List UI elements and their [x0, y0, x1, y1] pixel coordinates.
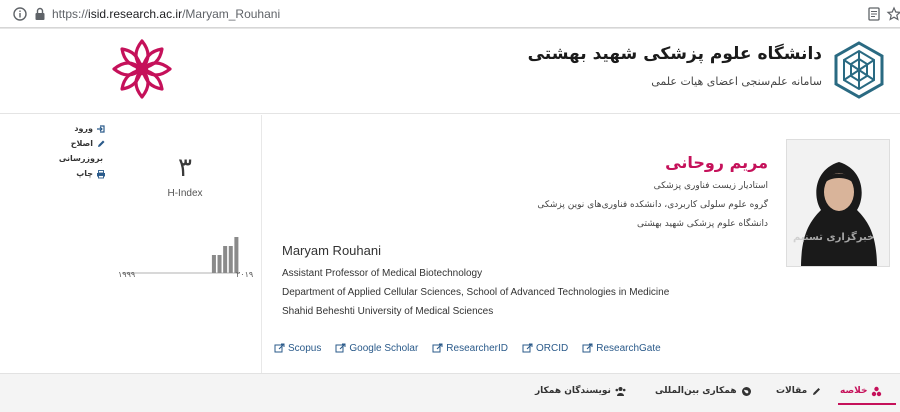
external-link-icon	[582, 343, 593, 353]
bookmark-star-icon[interactable]	[886, 6, 900, 22]
person-university-en: Shahid Beheshti University of Medical Sc…	[282, 306, 494, 317]
scopus-label: Scopus	[288, 343, 322, 354]
print-link[interactable]: چاپ	[62, 166, 106, 181]
profile-section: ورود اصلاح بروزرسانی چاپ ۳ H-Index ۱۹۹۹ …	[0, 115, 900, 373]
system-name: سامانه علم‌سنجی اعضای هیات علمی	[651, 75, 822, 88]
tab-coauthors-label: نویسندگان همکار	[535, 386, 611, 396]
external-link-icon	[274, 343, 285, 353]
address-url[interactable]: https://isid.research.ac.ir/Maryam_Rouha…	[52, 7, 280, 21]
edit-label: اصلاح	[70, 139, 93, 148]
browser-address-bar: https://isid.research.ac.ir/Maryam_Rouha…	[0, 0, 900, 28]
print-icon	[97, 169, 105, 178]
person-name-fa: مریم روحانی	[665, 153, 768, 172]
site-header: دانشگاه علوم پزشکی شهید بهشتی سامانه علم…	[0, 29, 900, 114]
flower-logo-icon	[112, 39, 172, 99]
tab-summary-label: خلاصه	[840, 386, 868, 396]
edit-link[interactable]: اصلاح	[62, 136, 106, 151]
google-scholar-link[interactable]: Google Scholar	[335, 343, 418, 354]
refresh-label: بروزرسانی	[58, 154, 103, 163]
tab-summary[interactable]: خلاصه	[840, 381, 882, 401]
tab-articles-label: مقالات	[776, 386, 808, 396]
sparkline-bar	[211, 255, 216, 273]
active-tab-indicator	[838, 403, 896, 405]
external-link-icon	[522, 343, 533, 353]
researcherid-link[interactable]: ResearcherID	[432, 343, 508, 354]
h-index-value: ۳	[178, 153, 192, 183]
researcherid-label: ResearcherID	[446, 343, 508, 354]
login-link[interactable]: ورود	[62, 121, 106, 136]
person-title-en: Assistant Professor of Medical Biotechno…	[282, 268, 483, 279]
url-prefix: https://	[52, 7, 89, 21]
sparkline-bar	[223, 246, 228, 273]
tab-international-label: همکاری بین‌المللی	[655, 386, 737, 396]
summary-icon	[872, 386, 882, 396]
reader-view-icon[interactable]	[866, 6, 882, 22]
login-label: ورود	[74, 124, 93, 133]
university-name: دانشگاه علوم پزشکی شهید بهشتی	[527, 44, 822, 64]
users-icon	[615, 386, 626, 396]
profile-photo: خبرگزاری تسنیم	[786, 139, 890, 267]
metrics-panel: ورود اصلاح بروزرسانی چاپ ۳ H-Index ۱۹۹۹ …	[0, 115, 262, 373]
university-emblem-icon	[834, 41, 884, 99]
tab-international[interactable]: همکاری بین‌المللی	[655, 381, 752, 401]
lock-icon[interactable]	[32, 6, 48, 22]
external-link-icon	[335, 343, 346, 353]
year-start-label: ۱۹۹۹	[118, 270, 136, 279]
url-host: isid.research.ac.ir	[88, 7, 183, 21]
orcid-link[interactable]: ORCID	[522, 343, 568, 354]
researchgate-label: ResearchGate	[596, 343, 661, 354]
globe-icon	[741, 386, 751, 396]
info-icon[interactable]	[12, 6, 28, 22]
year-end-label: ۲۰۱۹	[236, 270, 254, 279]
person-name-en: Maryam Rouhani	[282, 243, 381, 258]
person-university-fa: دانشگاه علوم پزشکی شهید بهشتی	[637, 219, 768, 229]
sparkline-bar	[228, 246, 233, 273]
url-path: /Maryam_Rouhani	[182, 7, 281, 21]
profile-links: Scopus Google Scholar ResearcherID ORCID…	[274, 343, 675, 354]
pencil-icon	[813, 387, 821, 395]
profile-tabs: خلاصه مقالات همکاری بین‌المللی نویسندگان…	[0, 373, 900, 412]
pencil-icon	[98, 140, 105, 147]
tab-articles[interactable]: مقالات	[776, 381, 822, 401]
print-label: چاپ	[76, 169, 93, 178]
sign-in-icon	[97, 124, 105, 133]
external-link-icon	[432, 343, 443, 353]
h-index-label: H-Index	[167, 188, 203, 199]
orcid-label: ORCID	[536, 343, 569, 354]
researchgate-link[interactable]: ResearchGate	[582, 343, 661, 354]
person-department-fa: گروه علوم سلولی کاربردی، دانشکده فناوری‌…	[537, 200, 768, 210]
person-title-fa: استادیار زیست فناوری پزشکی	[653, 181, 768, 191]
person-department-en: Department of Applied Cellular Sciences,…	[282, 287, 670, 298]
refresh-link[interactable]: بروزرسانی	[58, 151, 106, 166]
sparkline-bar	[234, 237, 239, 273]
tab-coauthors[interactable]: نویسندگان همکار	[535, 381, 626, 401]
sparkline-bar	[217, 255, 222, 273]
portrait-image	[787, 140, 889, 266]
scopus-link[interactable]: Scopus	[274, 343, 321, 354]
watermark-text: خبرگزاری تسنیم	[793, 232, 875, 243]
action-menu: ورود اصلاح بروزرسانی چاپ	[58, 121, 106, 181]
google-scholar-label: Google Scholar	[349, 343, 419, 354]
